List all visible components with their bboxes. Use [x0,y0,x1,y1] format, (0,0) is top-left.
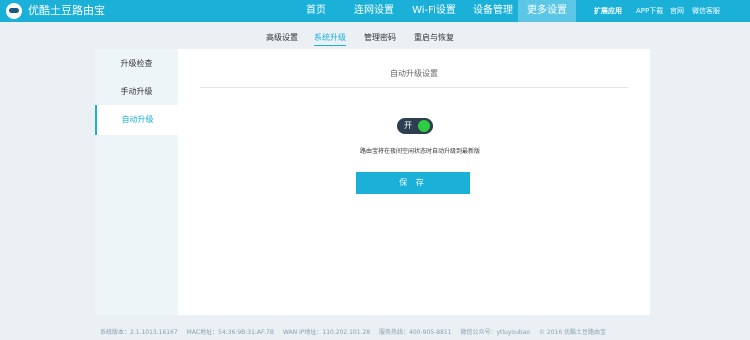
top-navigation-bar: 优酷土豆路由宝 首页 连网设置 Wi-Fi设置 设备管理 更多设置 扩展应用 A… [0,0,750,22]
sidebar-item-upgrade-check[interactable]: 升级检查 [95,49,178,79]
auto-upgrade-toggle[interactable]: 开 [397,118,433,134]
sidebar-item-auto-upgrade[interactable]: 自动升级 [95,105,178,135]
link-official-site[interactable]: 官网 [670,0,684,22]
link-extension-apps[interactable]: 扩展应用 [594,0,622,22]
toggle-knob [418,120,430,132]
auto-upgrade-description: 路由宝将在夜间空闲状态时自动升级到最新版 [359,148,480,155]
nav-device-management[interactable]: 设备管理 [466,0,520,22]
tab-advanced-settings[interactable]: 高级设置 [266,32,298,46]
footer-wechat: 微信公众号：ytluyoubao [460,329,531,336]
footer-version: 系统版本：2.1.1013.16167 [100,329,178,336]
nav-network-settings[interactable]: 连网设置 [346,0,402,22]
toggle-label: 开 [404,121,412,130]
footer-mac: MAC地址：54:36:9B:31:AF:7B [186,329,274,336]
nav-wifi-settings[interactable]: Wi-Fi设置 [404,0,464,22]
footer-copyright: © 2016 优酷土豆路由宝 [538,329,607,336]
section-title: 自动升级设置 [200,68,628,88]
tab-admin-password[interactable]: 管理密码 [364,32,396,46]
tab-restart-restore[interactable]: 重启与恢复 [414,32,454,46]
sidebar: 升级检查 手动升级 自动升级 [95,49,178,315]
nav-home[interactable]: 首页 [296,0,336,22]
save-button[interactable]: 保 存 [356,172,470,194]
brand-name: 优酷土豆路由宝 [28,4,105,17]
logo-icon [6,3,22,19]
sidebar-item-manual-upgrade[interactable]: 手动升级 [95,77,178,107]
tab-system-upgrade[interactable]: 系统升级 [314,32,346,46]
footer: 系统版本：2.1.1013.16167 MAC地址：54:36:9B:31:AF… [100,327,613,336]
link-wechat-service[interactable]: 微信客服 [692,0,720,22]
nav-more-settings[interactable]: 更多设置 [518,0,576,22]
link-app-download[interactable]: APP下载 [636,0,663,22]
footer-hotline: 服务热线：400-905-8811 [379,329,452,336]
footer-wan-ip: WAN IP地址：110.202.101.28 [282,329,371,336]
